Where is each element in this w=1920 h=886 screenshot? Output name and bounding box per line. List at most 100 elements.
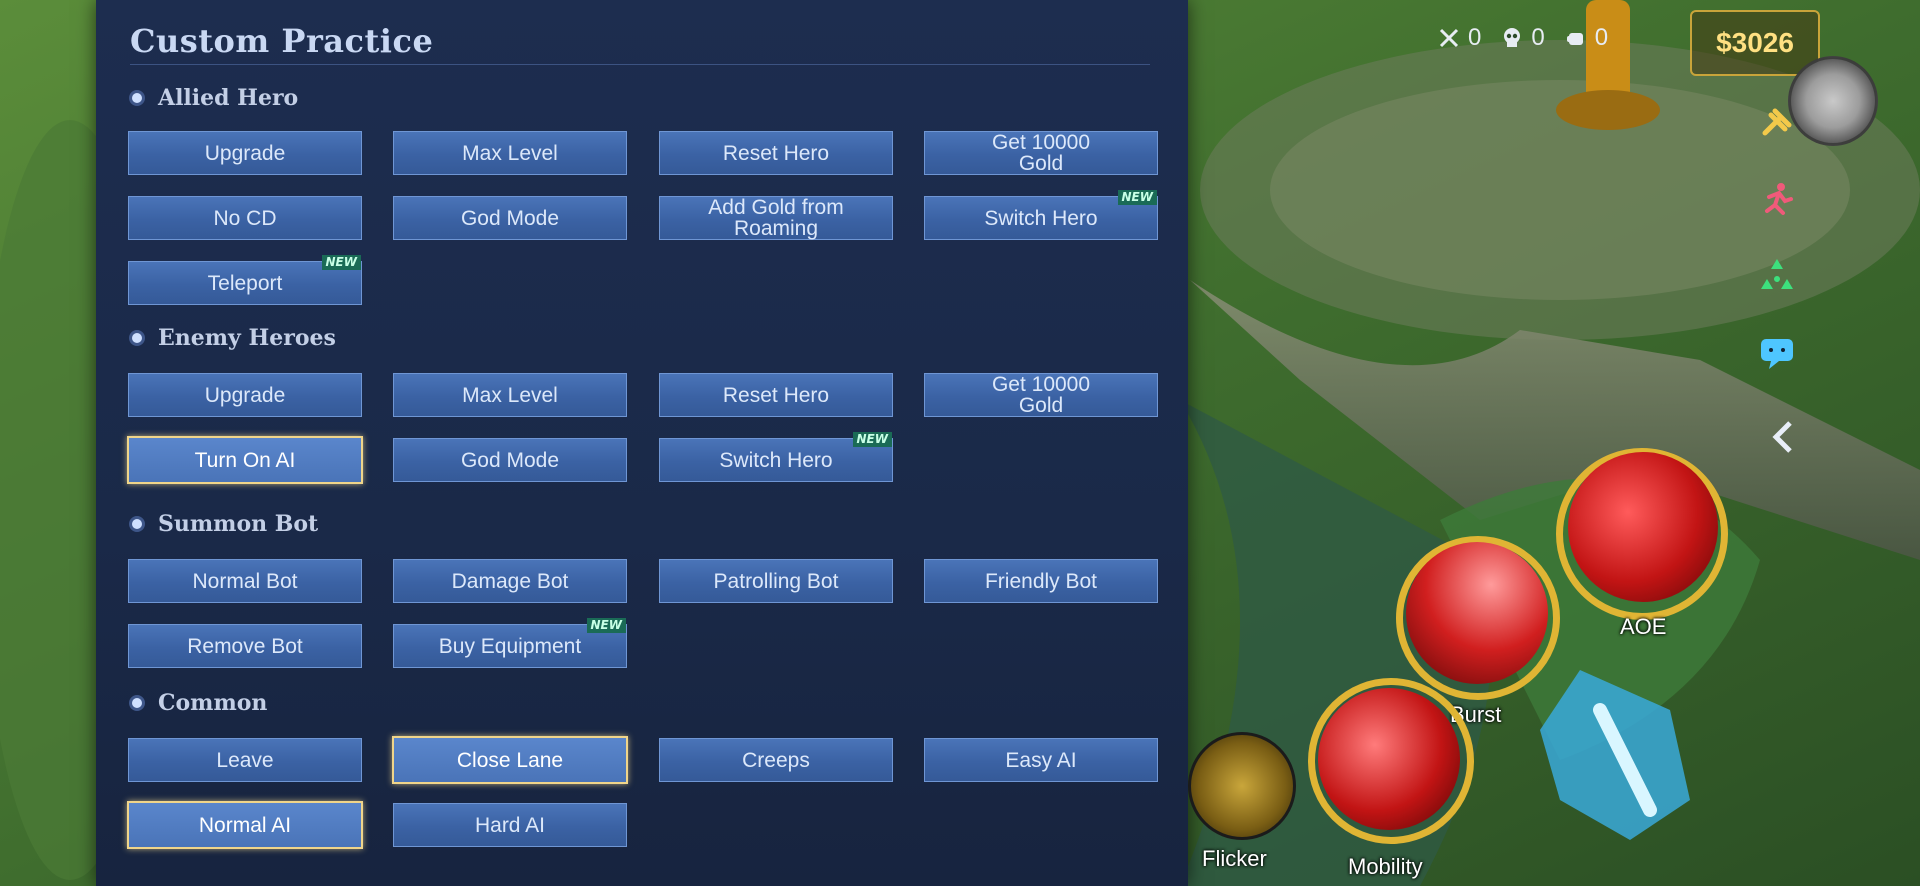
button-label: Normal Bot bbox=[192, 569, 298, 593]
button-label-line2: Gold bbox=[1018, 152, 1064, 175]
button-label: Turn On AI bbox=[194, 448, 296, 472]
new-badge: NEW bbox=[1117, 190, 1157, 205]
button-label-line2: Roaming bbox=[733, 217, 819, 240]
allied-teleport-button[interactable]: Teleport NEW bbox=[128, 255, 362, 305]
assists-stat: 0 bbox=[1565, 24, 1608, 52]
button-label: Normal AI bbox=[198, 813, 292, 837]
buy-equipment-button[interactable]: Buy Equipment NEW bbox=[393, 618, 627, 668]
button-label: Hard AI bbox=[474, 813, 546, 837]
button-label: Close Lane bbox=[456, 748, 564, 772]
title-divider bbox=[130, 64, 1150, 65]
section-bullet-icon bbox=[132, 698, 142, 708]
allied-god-mode-button[interactable]: God Mode bbox=[393, 196, 627, 240]
new-badge: NEW bbox=[586, 618, 626, 633]
mobility-skill-label: Mobility bbox=[1348, 854, 1423, 879]
aoe-skill-button[interactable] bbox=[1568, 452, 1718, 602]
button-label: Patrolling Bot bbox=[713, 569, 839, 593]
deaths-stat: 0 bbox=[1501, 24, 1545, 52]
button-label: God Mode bbox=[460, 448, 560, 472]
button-label: No CD bbox=[213, 206, 277, 230]
fist-icon bbox=[1566, 33, 1583, 45]
normal-bot-button[interactable]: Normal Bot bbox=[128, 559, 362, 603]
crossed-swords-icon bbox=[1439, 28, 1459, 48]
button-label: Reset Hero bbox=[722, 383, 830, 407]
running-figure-icon[interactable] bbox=[1754, 176, 1800, 222]
button-label: Upgrade bbox=[204, 383, 286, 407]
allied-no-cd-button[interactable]: No CD bbox=[128, 196, 362, 240]
allied-upgrade-button[interactable]: Upgrade bbox=[128, 131, 362, 175]
kills-count: 0 bbox=[1468, 24, 1482, 51]
enemy-max-level-button[interactable]: Max Level bbox=[393, 373, 627, 417]
button-label: Max Level bbox=[462, 383, 558, 407]
gold-counter[interactable]: $3026 bbox=[1690, 10, 1820, 76]
camera-joystick[interactable] bbox=[1788, 56, 1878, 146]
button-label: Upgrade bbox=[204, 141, 286, 165]
basic-attack-axe-icon[interactable] bbox=[1520, 650, 1720, 850]
hammer-icon[interactable] bbox=[1754, 100, 1800, 146]
target-arrows-icon[interactable] bbox=[1754, 252, 1800, 298]
button-label: God Mode bbox=[460, 206, 560, 230]
allied-add-gold-roaming-button[interactable]: Add Gold from Roaming bbox=[659, 196, 893, 240]
hard-ai-button[interactable]: Hard AI bbox=[393, 803, 627, 847]
button-label: Teleport bbox=[207, 271, 283, 295]
mobility-skill-button[interactable] bbox=[1318, 688, 1460, 830]
damage-bot-button[interactable]: Damage Bot bbox=[393, 559, 627, 603]
button-label: Easy AI bbox=[1005, 748, 1077, 772]
close-lane-button[interactable]: Close Lane bbox=[392, 736, 628, 784]
creeps-button[interactable]: Creeps bbox=[659, 738, 893, 782]
chevron-left-icon[interactable] bbox=[1760, 414, 1806, 460]
panel-title: Custom Practice bbox=[130, 22, 434, 60]
section-common: Common bbox=[132, 690, 267, 716]
allied-reset-hero-button[interactable]: Reset Hero bbox=[659, 131, 893, 175]
allied-switch-hero-button[interactable]: Switch Hero NEW bbox=[924, 190, 1158, 240]
enemy-switch-hero-button[interactable]: Switch Hero NEW bbox=[659, 432, 893, 482]
button-label: Max Level bbox=[462, 141, 558, 165]
enemy-upgrade-button[interactable]: Upgrade bbox=[128, 373, 362, 417]
button-label-line2: Gold bbox=[1018, 394, 1064, 417]
button-label: Reset Hero bbox=[722, 141, 830, 165]
new-badge: NEW bbox=[852, 432, 892, 447]
button-label: Leave bbox=[216, 748, 274, 772]
normal-ai-button[interactable]: Normal AI bbox=[127, 801, 363, 849]
button-label: Switch Hero bbox=[984, 206, 1098, 230]
friendly-bot-button[interactable]: Friendly Bot bbox=[924, 559, 1158, 603]
aoe-skill-label: AOE bbox=[1620, 614, 1667, 639]
deaths-count: 0 bbox=[1531, 24, 1545, 51]
custom-practice-panel: Custom Practice Allied Hero Upgrade Max … bbox=[96, 0, 1188, 886]
section-bullet-icon bbox=[132, 93, 142, 103]
flicker-skill-button[interactable] bbox=[1188, 732, 1296, 840]
leave-button[interactable]: Leave bbox=[128, 738, 362, 782]
flicker-skill-label: Flicker bbox=[1202, 846, 1267, 871]
section-label: Summon Bot bbox=[158, 511, 319, 537]
button-label: Switch Hero bbox=[719, 448, 833, 472]
new-badge: NEW bbox=[321, 255, 361, 270]
enemy-turn-on-ai-button[interactable]: Turn On AI bbox=[127, 436, 363, 484]
skull-icon bbox=[1504, 28, 1521, 47]
button-label: Friendly Bot bbox=[984, 569, 1098, 593]
section-allied-hero: Allied Hero bbox=[132, 85, 298, 111]
section-enemy-heroes: Enemy Heroes bbox=[132, 325, 336, 351]
allied-max-level-button[interactable]: Max Level bbox=[393, 131, 627, 175]
remove-bot-button[interactable]: Remove Bot bbox=[128, 624, 362, 668]
button-label-line1: Add Gold from bbox=[708, 196, 844, 219]
section-summon-bot: Summon Bot bbox=[132, 511, 318, 537]
easy-ai-button[interactable]: Easy AI bbox=[924, 738, 1158, 782]
kills-stat: 0 bbox=[1438, 24, 1481, 52]
section-label: Common bbox=[158, 690, 268, 716]
enemy-get-gold-button[interactable]: Get 10000 Gold bbox=[924, 373, 1158, 417]
button-label: Buy Equipment bbox=[438, 634, 582, 658]
enemy-reset-hero-button[interactable]: Reset Hero bbox=[659, 373, 893, 417]
chat-bubble-icon[interactable] bbox=[1754, 330, 1800, 376]
button-label: Creeps bbox=[742, 748, 810, 772]
button-label-line1: Get 10000 bbox=[991, 373, 1091, 396]
button-label: Damage Bot bbox=[451, 569, 569, 593]
allied-get-gold-button[interactable]: Get 10000 Gold bbox=[924, 131, 1158, 175]
enemy-god-mode-button[interactable]: God Mode bbox=[393, 438, 627, 482]
section-bullet-icon bbox=[132, 333, 142, 343]
button-label: Remove Bot bbox=[187, 634, 303, 658]
assists-count: 0 bbox=[1594, 24, 1609, 51]
section-label: Enemy Heroes bbox=[158, 325, 336, 351]
button-label-line1: Get 10000 bbox=[991, 131, 1091, 154]
section-bullet-icon bbox=[132, 519, 142, 529]
patrolling-bot-button[interactable]: Patrolling Bot bbox=[659, 559, 893, 603]
